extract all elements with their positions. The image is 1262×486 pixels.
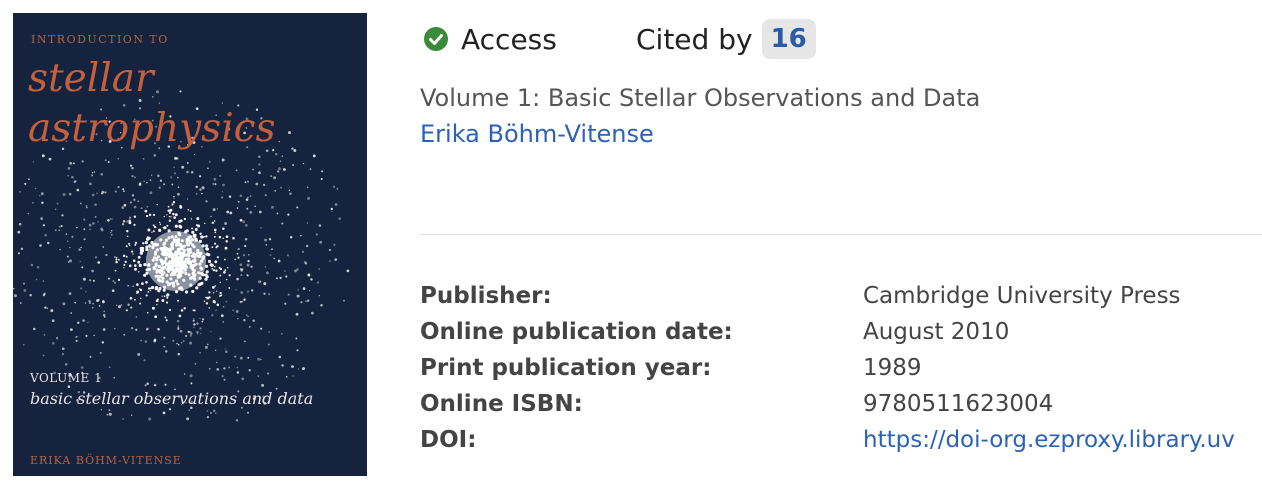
doi-link[interactable]: https://doi-org.ezproxy.library.uv: [863, 423, 1235, 457]
metadata-row-online-date: Online publication date: August 2010: [420, 315, 1262, 351]
cited-by-label[interactable]: Cited by: [636, 23, 753, 56]
metadata-key: Online ISBN:: [420, 391, 583, 417]
author-link[interactable]: Erika Böhm-Vitense: [420, 120, 654, 148]
metadata-row-isbn: Online ISBN: 9780511623004: [420, 387, 1262, 423]
book-cover-image: INTRODUCTION TO stellar astrophysics VOL…: [13, 13, 367, 476]
metadata-value: 1989: [863, 355, 922, 381]
metadata-key: Publisher:: [420, 283, 552, 309]
metadata-value: 9780511623004: [863, 391, 1054, 417]
volume-title: Volume 1: Basic Stellar Observations and…: [420, 84, 981, 112]
access-status: Access: [424, 22, 557, 56]
metadata-key: Print publication year:: [420, 355, 712, 381]
metadata-value: Cambridge University Press: [863, 283, 1181, 309]
metadata-key: DOI:: [420, 427, 477, 453]
metadata-key: Online publication date:: [420, 319, 733, 345]
section-divider: [420, 234, 1262, 235]
cited-by-button[interactable]: Cited by 16: [636, 17, 816, 61]
metadata-row-publisher: Publisher: Cambridge University Press: [420, 279, 1262, 315]
access-label: Access: [461, 22, 557, 56]
cover-volume-label: VOLUME 1: [30, 371, 103, 385]
cover-author: ERIKA BÖHM-VITENSE: [30, 454, 182, 467]
cited-by-count-badge[interactable]: 16: [761, 19, 816, 59]
metadata-list: Publisher: Cambridge University Press On…: [420, 279, 1262, 459]
cover-title-line1: stellar: [28, 56, 154, 101]
cover-subtitle: basic stellar observations and data: [30, 389, 314, 408]
cover-series-text: INTRODUCTION TO: [31, 33, 169, 46]
metadata-row-print-year: Print publication year: 1989: [420, 351, 1262, 387]
metadata-row-doi: DOI: https://doi-org.ezproxy.library.uv: [420, 423, 1262, 459]
cover-title-line2: astrophysics: [28, 106, 276, 151]
check-circle-icon: [424, 27, 448, 51]
metadata-value: August 2010: [863, 319, 1010, 345]
